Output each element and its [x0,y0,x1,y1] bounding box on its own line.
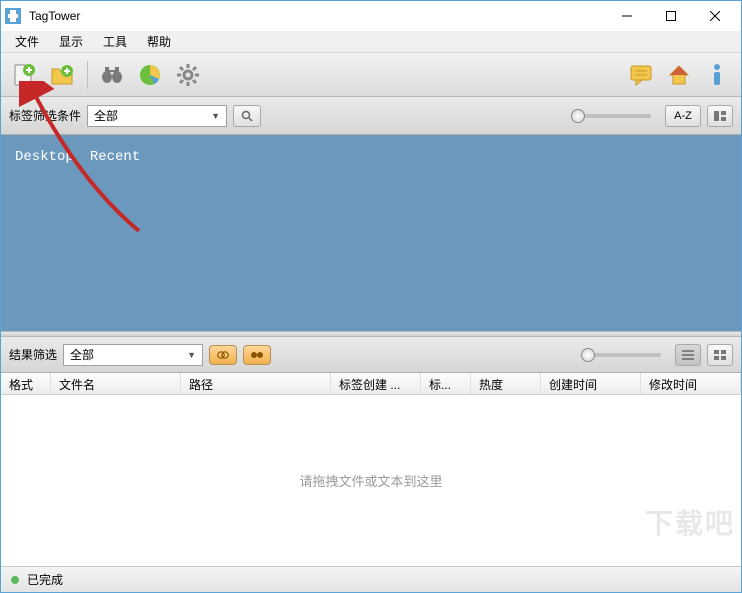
maximize-button[interactable] [649,2,693,30]
new-file-button[interactable] [9,59,41,91]
list-view-button[interactable] [675,344,701,366]
info-button[interactable] [701,59,733,91]
tag-filter-combo[interactable]: 全部 ▼ [87,105,227,127]
watermark: 下载吧 [645,502,735,542]
col-format[interactable]: 格式 [1,373,51,394]
window-title: TagTower [29,9,605,23]
col-mtime[interactable]: 修改时间 [641,373,741,394]
settings-button[interactable] [172,59,204,91]
status-text: 已完成 [27,571,63,588]
toolbar-separator [87,61,88,89]
slider-thumb[interactable] [581,348,595,362]
pie-chart-button[interactable] [134,59,166,91]
menu-help[interactable]: 帮助 [137,31,181,52]
menu-file[interactable]: 文件 [5,31,49,52]
status-bar: 已完成 [1,566,741,592]
tag-area[interactable]: Desktop Recent [1,135,741,331]
result-filter-value: 全部 [70,346,94,363]
menu-tools[interactable]: 工具 [93,31,137,52]
result-filter-label: 结果筛选 [9,346,57,363]
tag-recent[interactable]: Recent [90,149,140,165]
close-button[interactable] [693,2,737,30]
result-filter-bar: 结果筛选 全部 ▼ [1,337,741,373]
zoom-slider[interactable] [571,114,651,118]
app-window: TagTower 文件 显示 工具 帮助 [0,0,742,593]
result-filter-combo[interactable]: 全部 ▼ [63,344,203,366]
titlebar: TagTower [1,1,741,31]
search-button[interactable] [233,105,261,127]
col-tag[interactable]: 标... [421,373,471,394]
col-filename[interactable]: 文件名 [51,373,181,394]
filter-mode-and-button[interactable] [209,345,237,365]
slider-thumb[interactable] [571,109,585,123]
grid-view-button[interactable] [707,344,733,366]
sort-az-button[interactable]: A-Z [665,105,701,127]
result-list[interactable]: 请拖拽文件或文本到这里 下载吧 [1,395,741,566]
menubar: 文件 显示 工具 帮助 [1,31,741,53]
message-button[interactable] [625,59,657,91]
status-indicator-icon [11,576,19,584]
app-icon [5,8,21,24]
col-heat[interactable]: 热度 [471,373,541,394]
col-ctime[interactable]: 创建时间 [541,373,641,394]
column-header-row: 格式 文件名 路径 标签创建 ... 标... 热度 创建时间 修改时间 [1,373,741,395]
col-path[interactable]: 路径 [181,373,331,394]
tag-filter-label: 标签筛选条件 [9,107,81,124]
tag-filter-bar: 标签筛选条件 全部 ▼ A-Z [1,97,741,135]
chevron-down-icon: ▼ [211,111,220,121]
col-tagcreate[interactable]: 标签创建 ... [331,373,421,394]
new-folder-button[interactable] [47,59,79,91]
chevron-down-icon: ▼ [187,350,196,360]
main-toolbar [1,53,741,97]
tag-desktop[interactable]: Desktop [15,149,74,165]
home-button[interactable] [663,59,695,91]
menu-view[interactable]: 显示 [49,31,93,52]
result-zoom-slider[interactable] [581,353,661,357]
drop-placeholder: 请拖拽文件或文本到这里 [299,471,442,490]
tag-filter-value: 全部 [94,107,118,124]
layout-toggle-button[interactable] [707,105,733,127]
filter-mode-or-button[interactable] [243,345,271,365]
minimize-button[interactable] [605,2,649,30]
binoculars-button[interactable] [96,59,128,91]
